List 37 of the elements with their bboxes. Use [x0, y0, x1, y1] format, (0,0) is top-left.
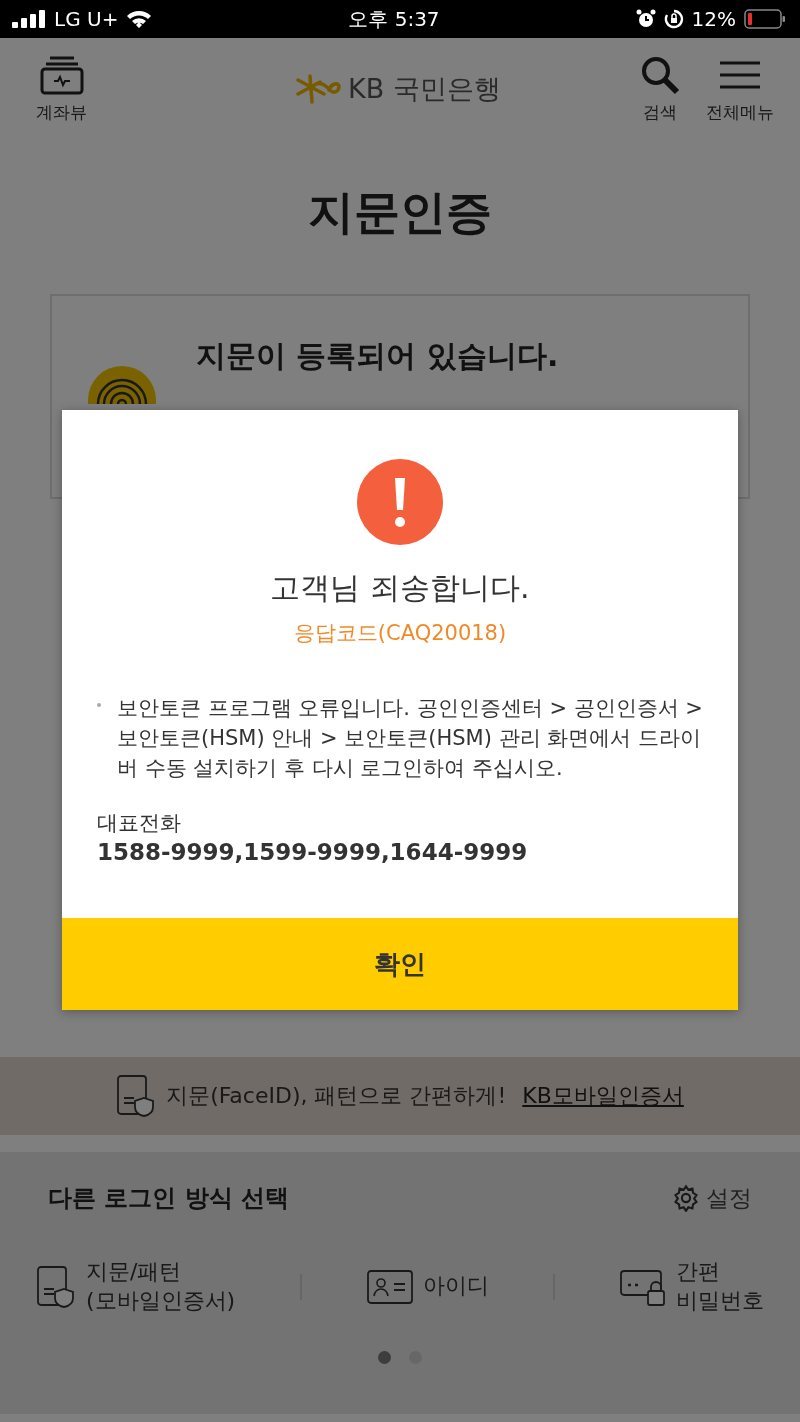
- bullet-icon: [97, 703, 101, 707]
- phone-numbers: 1588-9999,1599-9999,1644-9999: [97, 839, 529, 865]
- signal-icon: [12, 10, 46, 28]
- phone-label: 대표전화: [97, 810, 182, 837]
- account-view-button[interactable]: 계좌뷰: [36, 54, 87, 124]
- menu-button[interactable]: 전체메뉴: [706, 54, 774, 124]
- card-title: 지문이 등록되어 있습니다.: [196, 337, 559, 375]
- carrier-name: LG U+: [54, 7, 119, 31]
- search-button[interactable]: 검색: [640, 54, 680, 124]
- error-message: 보안토큰 프로그램 오류입니다. 공인인증센터 > 공인인증서 > 보안토큰(HSM) 안내 > 보안토큰(HSM) 관리 화면에서 드라이버 수동 설치하기 후 다시 로그인하여 주십시오.: [117, 696, 703, 780]
- section-title: 다른 로그인 방식 선택: [48, 1183, 290, 1214]
- star-logo-icon: [296, 74, 343, 104]
- settings-icon: [672, 1184, 700, 1212]
- wifi-icon: [126, 9, 153, 29]
- login-option[interactable]: 지문/패턴 (모바일인증서): [36, 1258, 236, 1316]
- battery-icon: [744, 9, 786, 29]
- id-card-icon: [366, 1269, 413, 1304]
- rotation-lock-icon: [663, 9, 684, 29]
- response-code: 응답코드(CAQ20018): [292, 620, 508, 647]
- dialog-title: 고객님 죄송합니다.: [269, 569, 531, 607]
- alarm-icon: [635, 9, 656, 29]
- login-option[interactable]: 아이디: [366, 1269, 489, 1304]
- bank-name: KB 국민은행: [348, 72, 501, 106]
- clock: 오후 5:37: [348, 5, 440, 33]
- certificate-icon: [36, 1264, 76, 1309]
- battery-percent: 12%: [691, 7, 736, 31]
- wallet-icon: [39, 54, 84, 95]
- settings-button[interactable]: 설정: [672, 1182, 752, 1214]
- certificate-link[interactable]: KB모바일인증서: [522, 1081, 684, 1111]
- page-dot[interactable]: [378, 1351, 391, 1365]
- certificate-icon: [116, 1074, 157, 1118]
- warning-icon: [356, 458, 444, 546]
- search-icon: [640, 54, 680, 95]
- login-option[interactable]: 간편 비밀번호: [620, 1258, 764, 1316]
- confirm-button[interactable]: 확인: [62, 918, 738, 1010]
- page-title: 지문인증: [307, 184, 493, 241]
- banner-text: 지문(FaceID), 패턴으로 간편하게!: [166, 1082, 507, 1110]
